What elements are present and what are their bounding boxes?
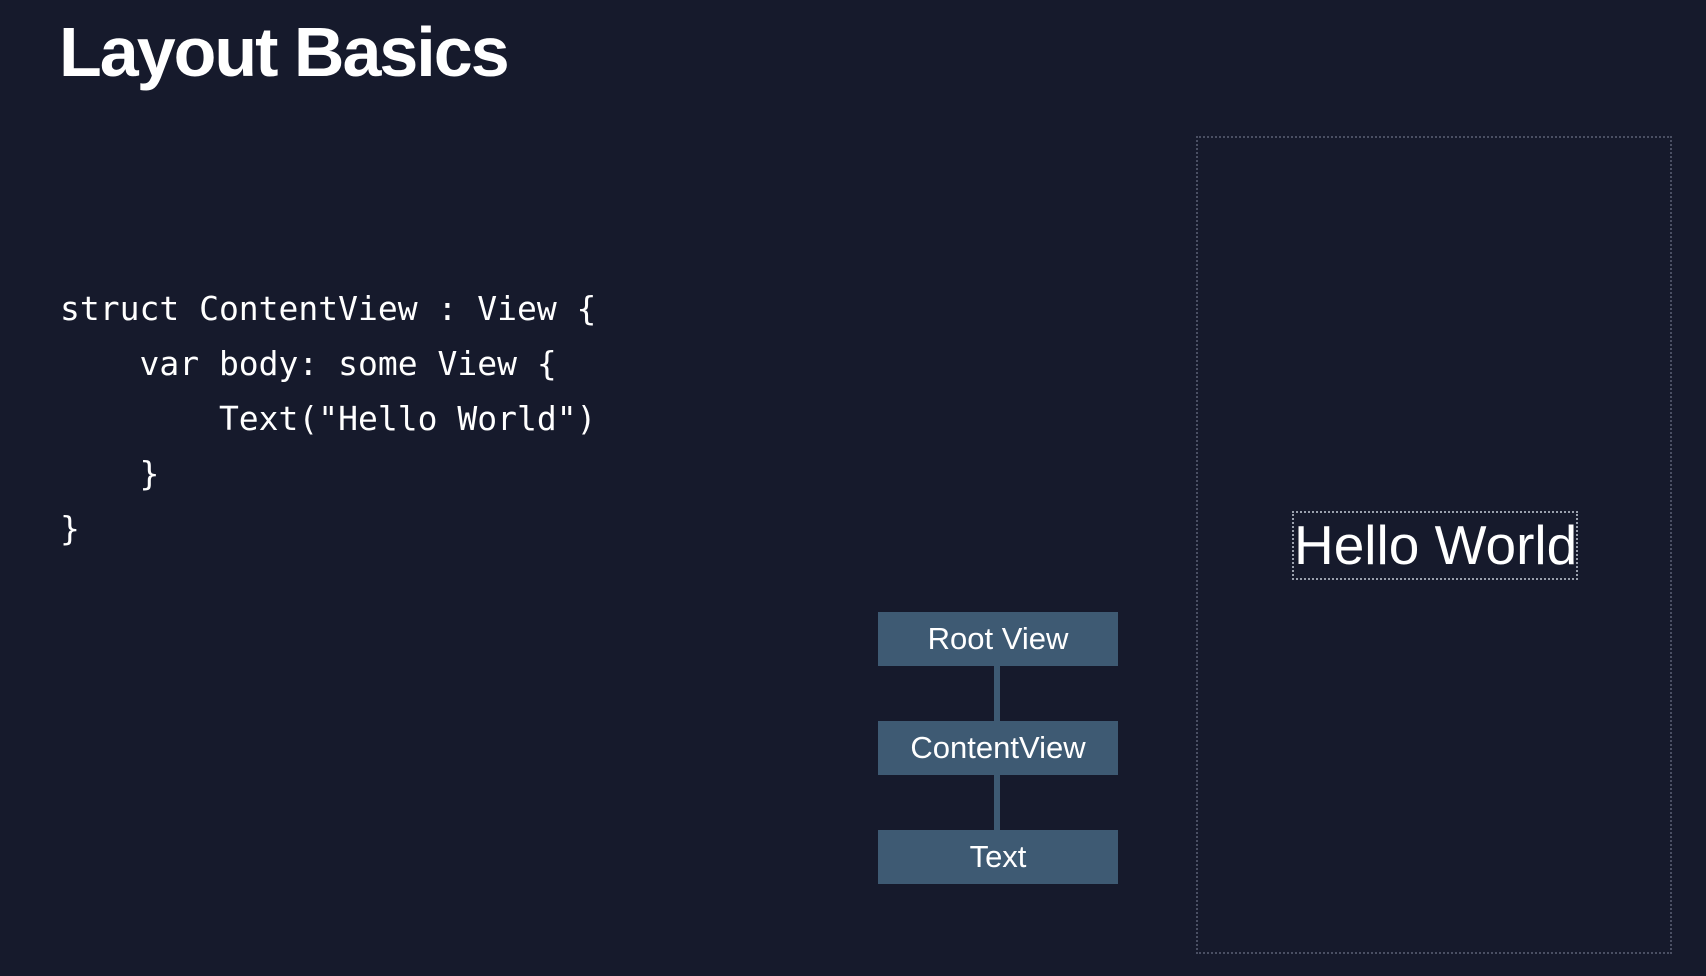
tree-node-text: Text — [878, 830, 1118, 884]
hello-world-label: Hello World — [1294, 514, 1578, 576]
tree-connector — [994, 666, 1000, 721]
code-line: } — [60, 509, 80, 548]
slide-title: Layout Basics — [59, 13, 510, 91]
tree-connector — [994, 775, 1000, 830]
code-line: Text("Hello World") — [60, 399, 597, 438]
hello-world-text-frame: Hello World — [1292, 511, 1578, 580]
tree-node-root-view: Root View — [878, 612, 1118, 666]
code-line: struct ContentView : View { — [60, 289, 597, 328]
code-line: } — [60, 454, 160, 493]
code-line: var body: some View { — [60, 344, 557, 383]
tree-node-content-view: ContentView — [878, 721, 1118, 775]
